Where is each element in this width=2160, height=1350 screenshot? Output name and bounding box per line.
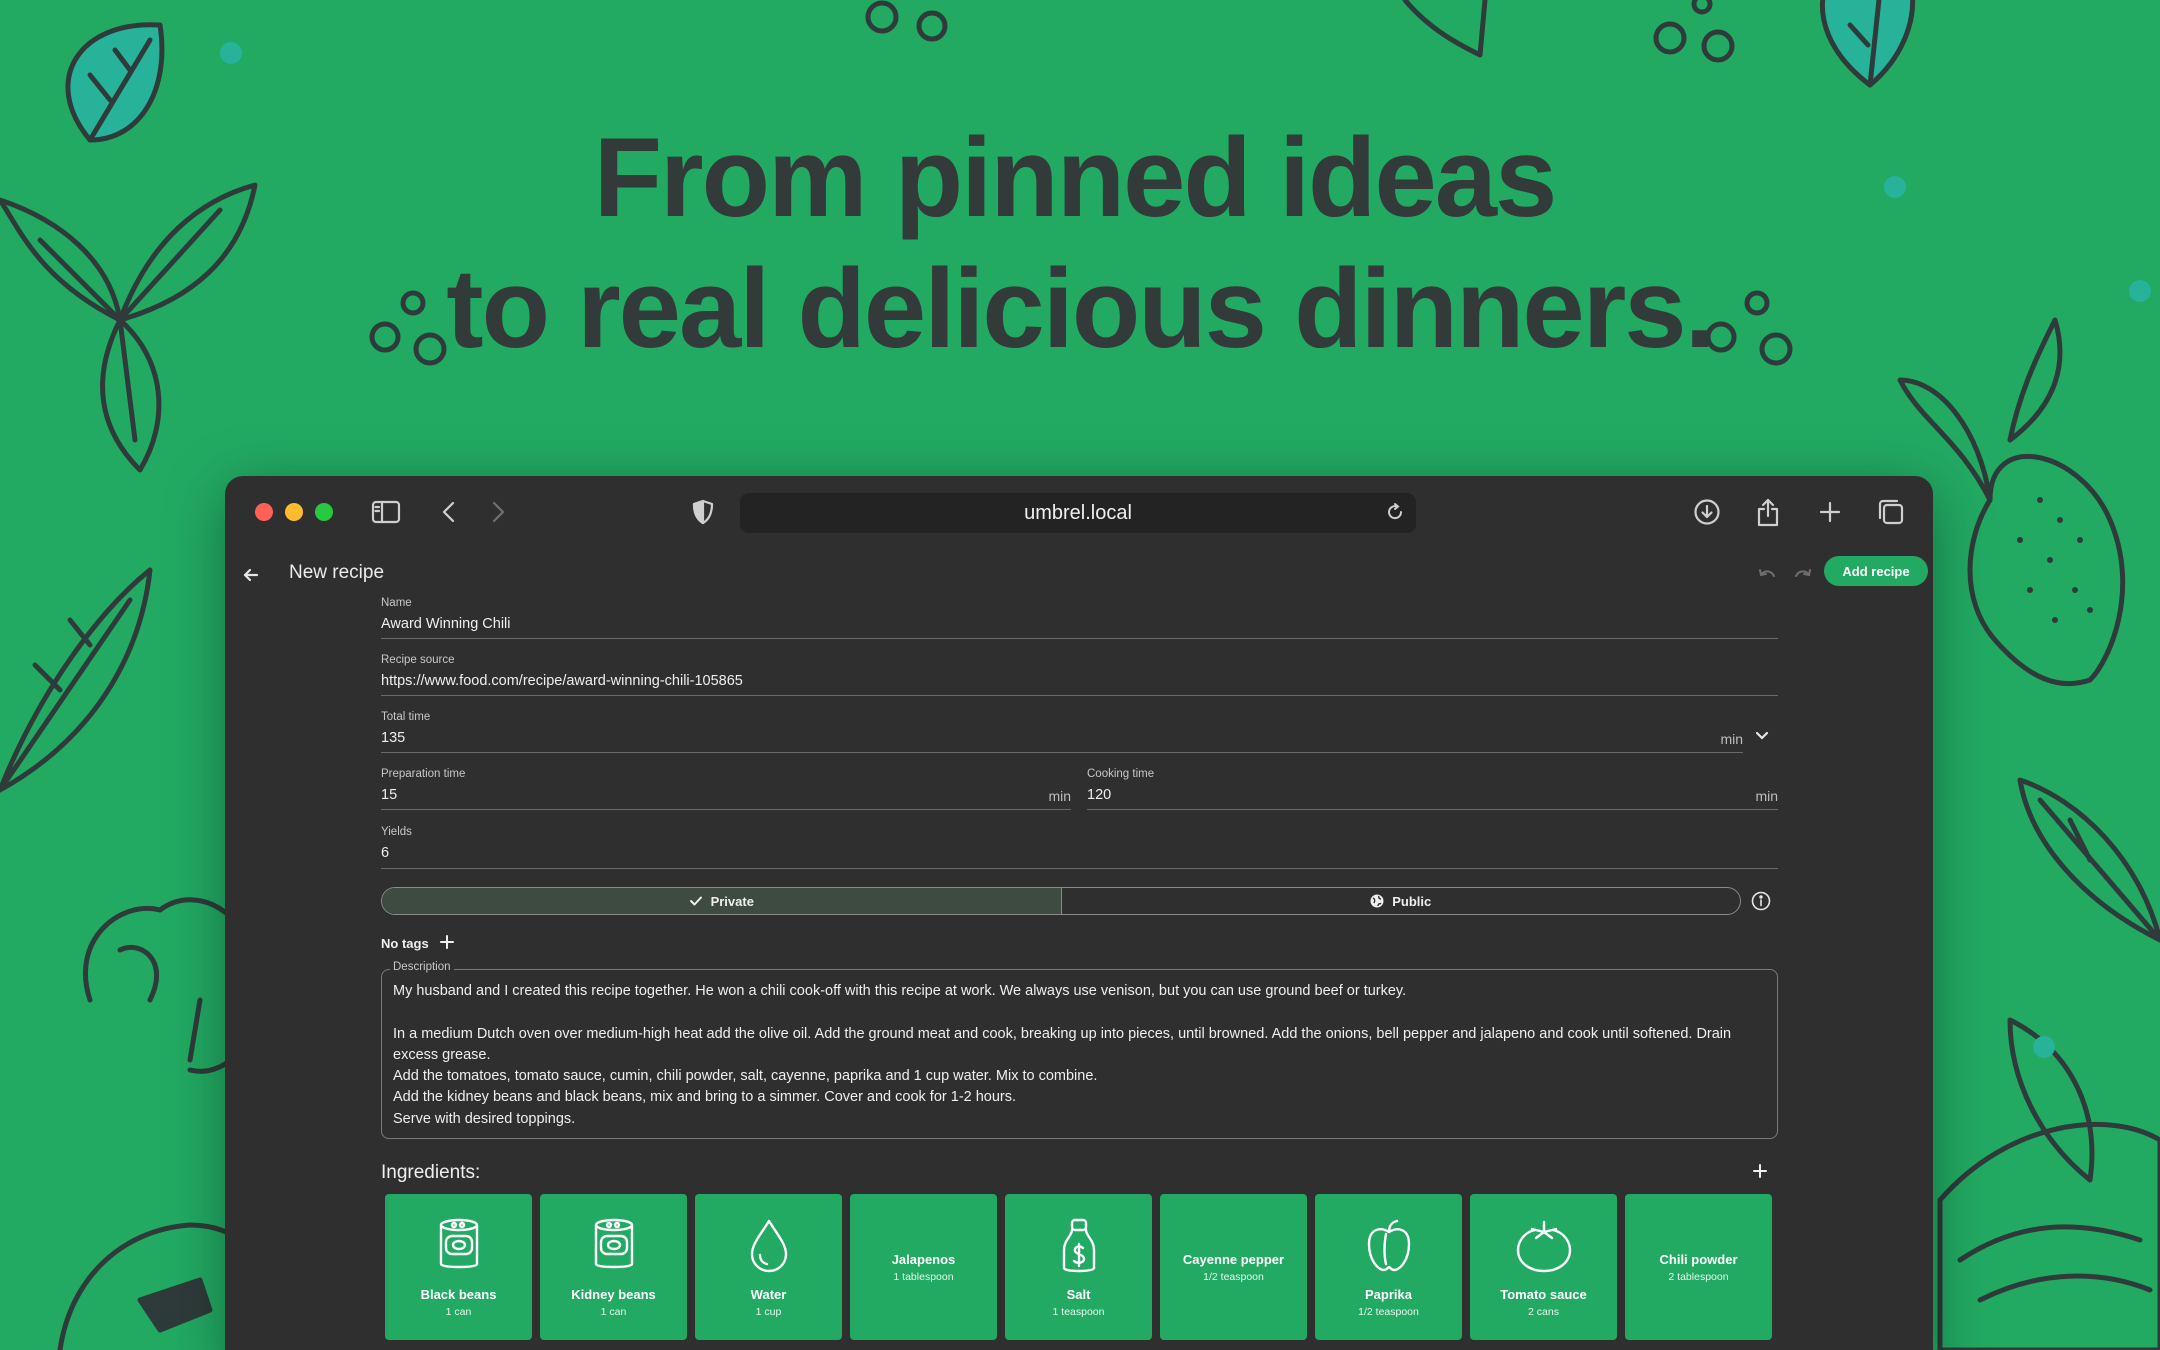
ingredient-amount: 1 can bbox=[445, 1306, 472, 1318]
check-icon bbox=[689, 896, 702, 906]
cooking-time-value: 120 bbox=[1087, 787, 1112, 803]
total-time-unit: min bbox=[1720, 731, 1743, 747]
visibility-toggle: Private Public bbox=[381, 887, 1741, 915]
ingredient-amount: 2 tablespoon bbox=[1668, 1270, 1729, 1283]
preparation-time-label: Preparation time bbox=[381, 768, 466, 780]
ingredients-title: Ingredients: bbox=[381, 1162, 481, 1183]
bell-pepper-icon bbox=[1364, 1218, 1414, 1279]
ingredients-grid: Black beans 1 can Kidney beans 1 can Wat… bbox=[385, 1194, 1772, 1340]
water-drop-icon bbox=[747, 1218, 791, 1279]
tags-row: No tags bbox=[381, 934, 455, 953]
url-text: umbrel.local bbox=[1024, 501, 1132, 524]
ingredient-amount: 1/2 teaspoon bbox=[1358, 1306, 1419, 1318]
description-label: Description bbox=[390, 961, 454, 973]
ingredient-name: Paprika bbox=[1365, 1287, 1412, 1302]
private-option[interactable]: Private bbox=[382, 888, 1062, 914]
total-time-label: Total time bbox=[381, 711, 431, 723]
tab-overview-icon[interactable] bbox=[1875, 496, 1907, 528]
add-ingredient-icon[interactable] bbox=[1751, 1162, 1769, 1185]
name-field[interactable]: Name Award Winning Chili bbox=[381, 597, 1778, 639]
yields-label: Yields bbox=[381, 826, 412, 838]
ingredient-card[interactable]: Water 1 cup bbox=[695, 1194, 842, 1340]
minimize-window-button[interactable] bbox=[285, 503, 303, 521]
description-text: My husband and I created this recipe tog… bbox=[393, 983, 1732, 1127]
ingredient-card[interactable]: Salt 1 teaspoon bbox=[1005, 1194, 1152, 1340]
total-time-field[interactable]: Total time 135 min bbox=[381, 711, 1743, 753]
no-tags-label: No tags bbox=[381, 936, 429, 951]
expand-times-chevron-icon[interactable] bbox=[1754, 729, 1770, 747]
preparation-time-value: 15 bbox=[381, 787, 398, 803]
share-icon[interactable] bbox=[1752, 496, 1784, 528]
ingredient-card[interactable]: Kidney beans 1 can bbox=[540, 1194, 687, 1340]
name-label: Name bbox=[381, 597, 412, 609]
app-header: New recipe Add recipe bbox=[225, 552, 1933, 598]
globe-icon bbox=[1370, 894, 1384, 908]
new-tab-icon[interactable] bbox=[1814, 496, 1846, 528]
ingredient-name: Jalapenos bbox=[891, 1251, 956, 1267]
ingredient-card[interactable]: Jalapenos 1 tablespoon bbox=[850, 1194, 997, 1340]
ingredient-card[interactable]: Tomato sauce 2 cans bbox=[1470, 1194, 1617, 1340]
add-tag-icon[interactable] bbox=[439, 934, 455, 953]
undo-icon[interactable] bbox=[1755, 564, 1779, 588]
preparation-time-unit: min bbox=[1048, 788, 1071, 804]
ingredient-amount: 2 cans bbox=[1528, 1306, 1559, 1318]
ingredient-name: Water bbox=[750, 1287, 787, 1302]
ingredient-name: Cayenne pepper bbox=[1182, 1251, 1285, 1267]
hero-headline-line2: to real delicious dinners. bbox=[446, 246, 1715, 371]
sidebar-toggle-icon[interactable] bbox=[370, 496, 402, 528]
can-icon bbox=[589, 1218, 639, 1277]
address-bar[interactable]: umbrel.local bbox=[740, 493, 1416, 533]
tomato-icon bbox=[1515, 1218, 1573, 1279]
yields-field[interactable]: Yields 6 bbox=[381, 826, 1778, 869]
cooking-time-field[interactable]: Cooking time 120 min bbox=[1087, 768, 1778, 810]
name-value: Award Winning Chili bbox=[381, 616, 511, 632]
description-field[interactable]: Description My husband and I created thi… bbox=[381, 961, 1778, 1139]
download-icon[interactable] bbox=[1691, 496, 1723, 528]
private-label: Private bbox=[710, 893, 754, 909]
total-time-value: 135 bbox=[381, 730, 406, 746]
yields-value: 6 bbox=[381, 845, 390, 861]
can-icon bbox=[434, 1218, 484, 1277]
ingredient-card[interactable]: Black beans 1 can bbox=[385, 1194, 532, 1340]
ingredient-name: Salt bbox=[1066, 1287, 1091, 1302]
recipe-source-value: https://www.food.com/recipe/award-winnin… bbox=[381, 673, 743, 689]
ingredient-amount: 1/2 teaspoon bbox=[1203, 1270, 1264, 1283]
cooking-time-unit: min bbox=[1755, 788, 1778, 804]
redo-icon[interactable] bbox=[1791, 564, 1815, 588]
forward-icon[interactable] bbox=[482, 496, 514, 528]
page-title: New recipe bbox=[289, 562, 385, 583]
cooking-time-label: Cooking time bbox=[1087, 768, 1155, 780]
add-recipe-button[interactable]: Add recipe bbox=[1824, 556, 1928, 586]
zoom-window-button[interactable] bbox=[315, 503, 333, 521]
hero-headline-line1: From pinned ideas bbox=[593, 115, 1558, 240]
browser-window: umbrel.local New recipe Add recipe Name … bbox=[225, 476, 1933, 1350]
ingredient-amount: 1 teaspoon bbox=[1052, 1306, 1105, 1318]
recipe-source-label: Recipe source bbox=[381, 654, 455, 666]
info-icon[interactable] bbox=[1751, 891, 1771, 916]
ingredient-name: Kidney beans bbox=[571, 1287, 656, 1302]
ingredient-card[interactable]: Cayenne pepper 1/2 teaspoon bbox=[1160, 1194, 1307, 1340]
browser-toolbar: umbrel.local bbox=[225, 476, 1933, 552]
hero-headline: From pinned ideas to real delicious dinn… bbox=[0, 112, 2160, 374]
ingredient-card[interactable]: Chili powder 2 tablespoon bbox=[1625, 1194, 1772, 1340]
close-window-button[interactable] bbox=[255, 503, 273, 521]
ingredient-name: Black beans bbox=[420, 1287, 497, 1302]
reload-icon[interactable] bbox=[1384, 501, 1406, 529]
privacy-shield-icon[interactable] bbox=[687, 496, 719, 528]
back-icon[interactable] bbox=[433, 496, 465, 528]
public-option[interactable]: Public bbox=[1062, 888, 1741, 914]
back-arrow-icon[interactable] bbox=[237, 561, 265, 589]
ingredient-name: Tomato sauce bbox=[1500, 1287, 1587, 1302]
ingredient-amount: 1 tablespoon bbox=[893, 1270, 954, 1283]
salt-shaker-icon bbox=[1057, 1218, 1101, 1281]
ingredient-name: Chili powder bbox=[1659, 1251, 1738, 1267]
public-label: Public bbox=[1392, 893, 1432, 909]
recipe-source-field[interactable]: Recipe source https://www.food.com/recip… bbox=[381, 654, 1778, 696]
ingredient-amount: 1 cup bbox=[755, 1306, 782, 1318]
ingredient-amount: 1 can bbox=[600, 1306, 627, 1318]
preparation-time-field[interactable]: Preparation time 15 min bbox=[381, 768, 1071, 810]
ingredient-card[interactable]: Paprika 1/2 teaspoon bbox=[1315, 1194, 1462, 1340]
